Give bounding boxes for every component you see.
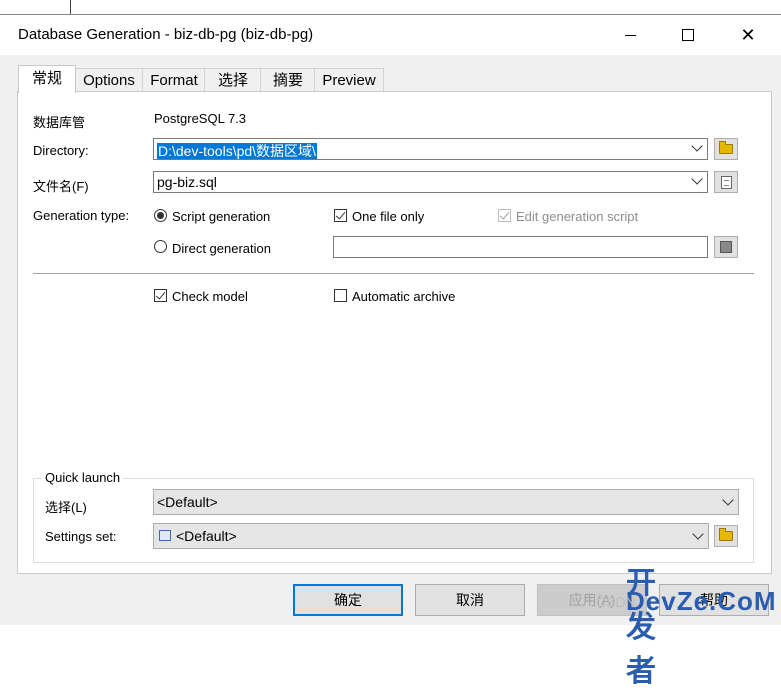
- maximize-button[interactable]: [658, 15, 718, 55]
- check-model-label[interactable]: Check model: [172, 289, 248, 304]
- script-generation-label[interactable]: Script generation: [172, 209, 270, 224]
- watermark-line2: DevZe.CoM: [626, 586, 777, 616]
- background-line: [70, 0, 71, 14]
- tab-summary[interactable]: 摘要: [260, 68, 316, 92]
- edit-generation-script-label: Edit generation script: [516, 209, 639, 224]
- automatic-archive-label[interactable]: Automatic archive: [352, 289, 455, 304]
- direct-generation-label[interactable]: Direct generation: [172, 241, 271, 256]
- folder-icon: [719, 528, 733, 541]
- generation-type-label: Generation type:: [33, 208, 130, 223]
- filename-value: pg-biz.sql: [157, 174, 217, 190]
- title-bar: Database Generation - biz-db-pg (biz-db-…: [0, 15, 781, 55]
- selection-value: <Default>: [157, 494, 218, 510]
- chevron-down-icon: [692, 528, 704, 540]
- tab-preview[interactable]: Preview: [314, 68, 384, 92]
- minimize-button[interactable]: [600, 15, 660, 55]
- tab-format[interactable]: Format: [142, 68, 206, 92]
- settings-set-combobox[interactable]: <Default>: [153, 523, 709, 549]
- ok-button[interactable]: 确定: [293, 584, 403, 616]
- general-panel: 数据库管 PostgreSQL 7.3 Directory: D:\dev-to…: [17, 91, 772, 574]
- selection-combobox[interactable]: <Default>: [153, 489, 739, 515]
- close-icon: ✕: [740, 25, 756, 45]
- file-properties-button[interactable]: [714, 171, 738, 193]
- dbms-value: PostgreSQL 7.3: [154, 111, 247, 126]
- document-icon: [720, 175, 732, 189]
- tab-selection[interactable]: 选择: [204, 68, 262, 92]
- chevron-down-icon: [691, 173, 703, 185]
- chevron-down-icon: [722, 494, 734, 506]
- automatic-archive-checkbox[interactable]: [334, 289, 347, 302]
- dbms-label: 数据库管: [33, 115, 86, 130]
- check-model-checkbox[interactable]: [154, 289, 167, 302]
- dialog-window: Database Generation - biz-db-pg (biz-db-…: [0, 14, 781, 625]
- window-title: Database Generation - biz-db-pg (biz-db-…: [18, 26, 314, 43]
- filename-combobox[interactable]: pg-biz.sql: [153, 171, 708, 193]
- folder-icon: [719, 141, 733, 154]
- settings-folder-button[interactable]: [714, 525, 738, 547]
- close-button[interactable]: ✕: [718, 15, 778, 55]
- quick-launch-title: Quick launch: [42, 470, 124, 485]
- settings-set-value: <Default>: [176, 528, 237, 544]
- cancel-button[interactable]: 取消: [415, 584, 525, 616]
- separator: [33, 273, 754, 274]
- connect-button[interactable]: [714, 236, 738, 258]
- direct-generation-radio[interactable]: [154, 240, 167, 253]
- one-file-only-checkbox[interactable]: [334, 209, 347, 222]
- edit-generation-script-checkbox: [498, 209, 511, 222]
- database-icon: [720, 241, 732, 253]
- minimize-icon: [624, 34, 636, 36]
- watermark-line1: 开发者: [626, 567, 672, 688]
- maximize-icon: [682, 29, 694, 41]
- tab-general[interactable]: 常规: [18, 65, 76, 93]
- settings-icon: [159, 530, 171, 541]
- data-source-input[interactable]: [333, 236, 708, 258]
- filename-label: 文件名(F): [33, 179, 89, 194]
- directory-combobox[interactable]: D:\dev-tools\pd\数据区域\: [153, 138, 708, 160]
- chevron-down-icon: [691, 140, 703, 152]
- script-generation-radio[interactable]: [154, 209, 167, 222]
- settings-set-label: Settings set:: [45, 529, 117, 544]
- one-file-only-label[interactable]: One file only: [352, 209, 424, 224]
- directory-value: D:\dev-tools\pd\数据区域\: [157, 143, 317, 159]
- browse-directory-button[interactable]: [714, 138, 738, 160]
- watermark-csdn: CSDN: [596, 594, 636, 610]
- tab-options[interactable]: Options: [74, 68, 144, 92]
- directory-label: Directory:: [33, 143, 89, 158]
- selection-label: 选择(L): [45, 500, 87, 515]
